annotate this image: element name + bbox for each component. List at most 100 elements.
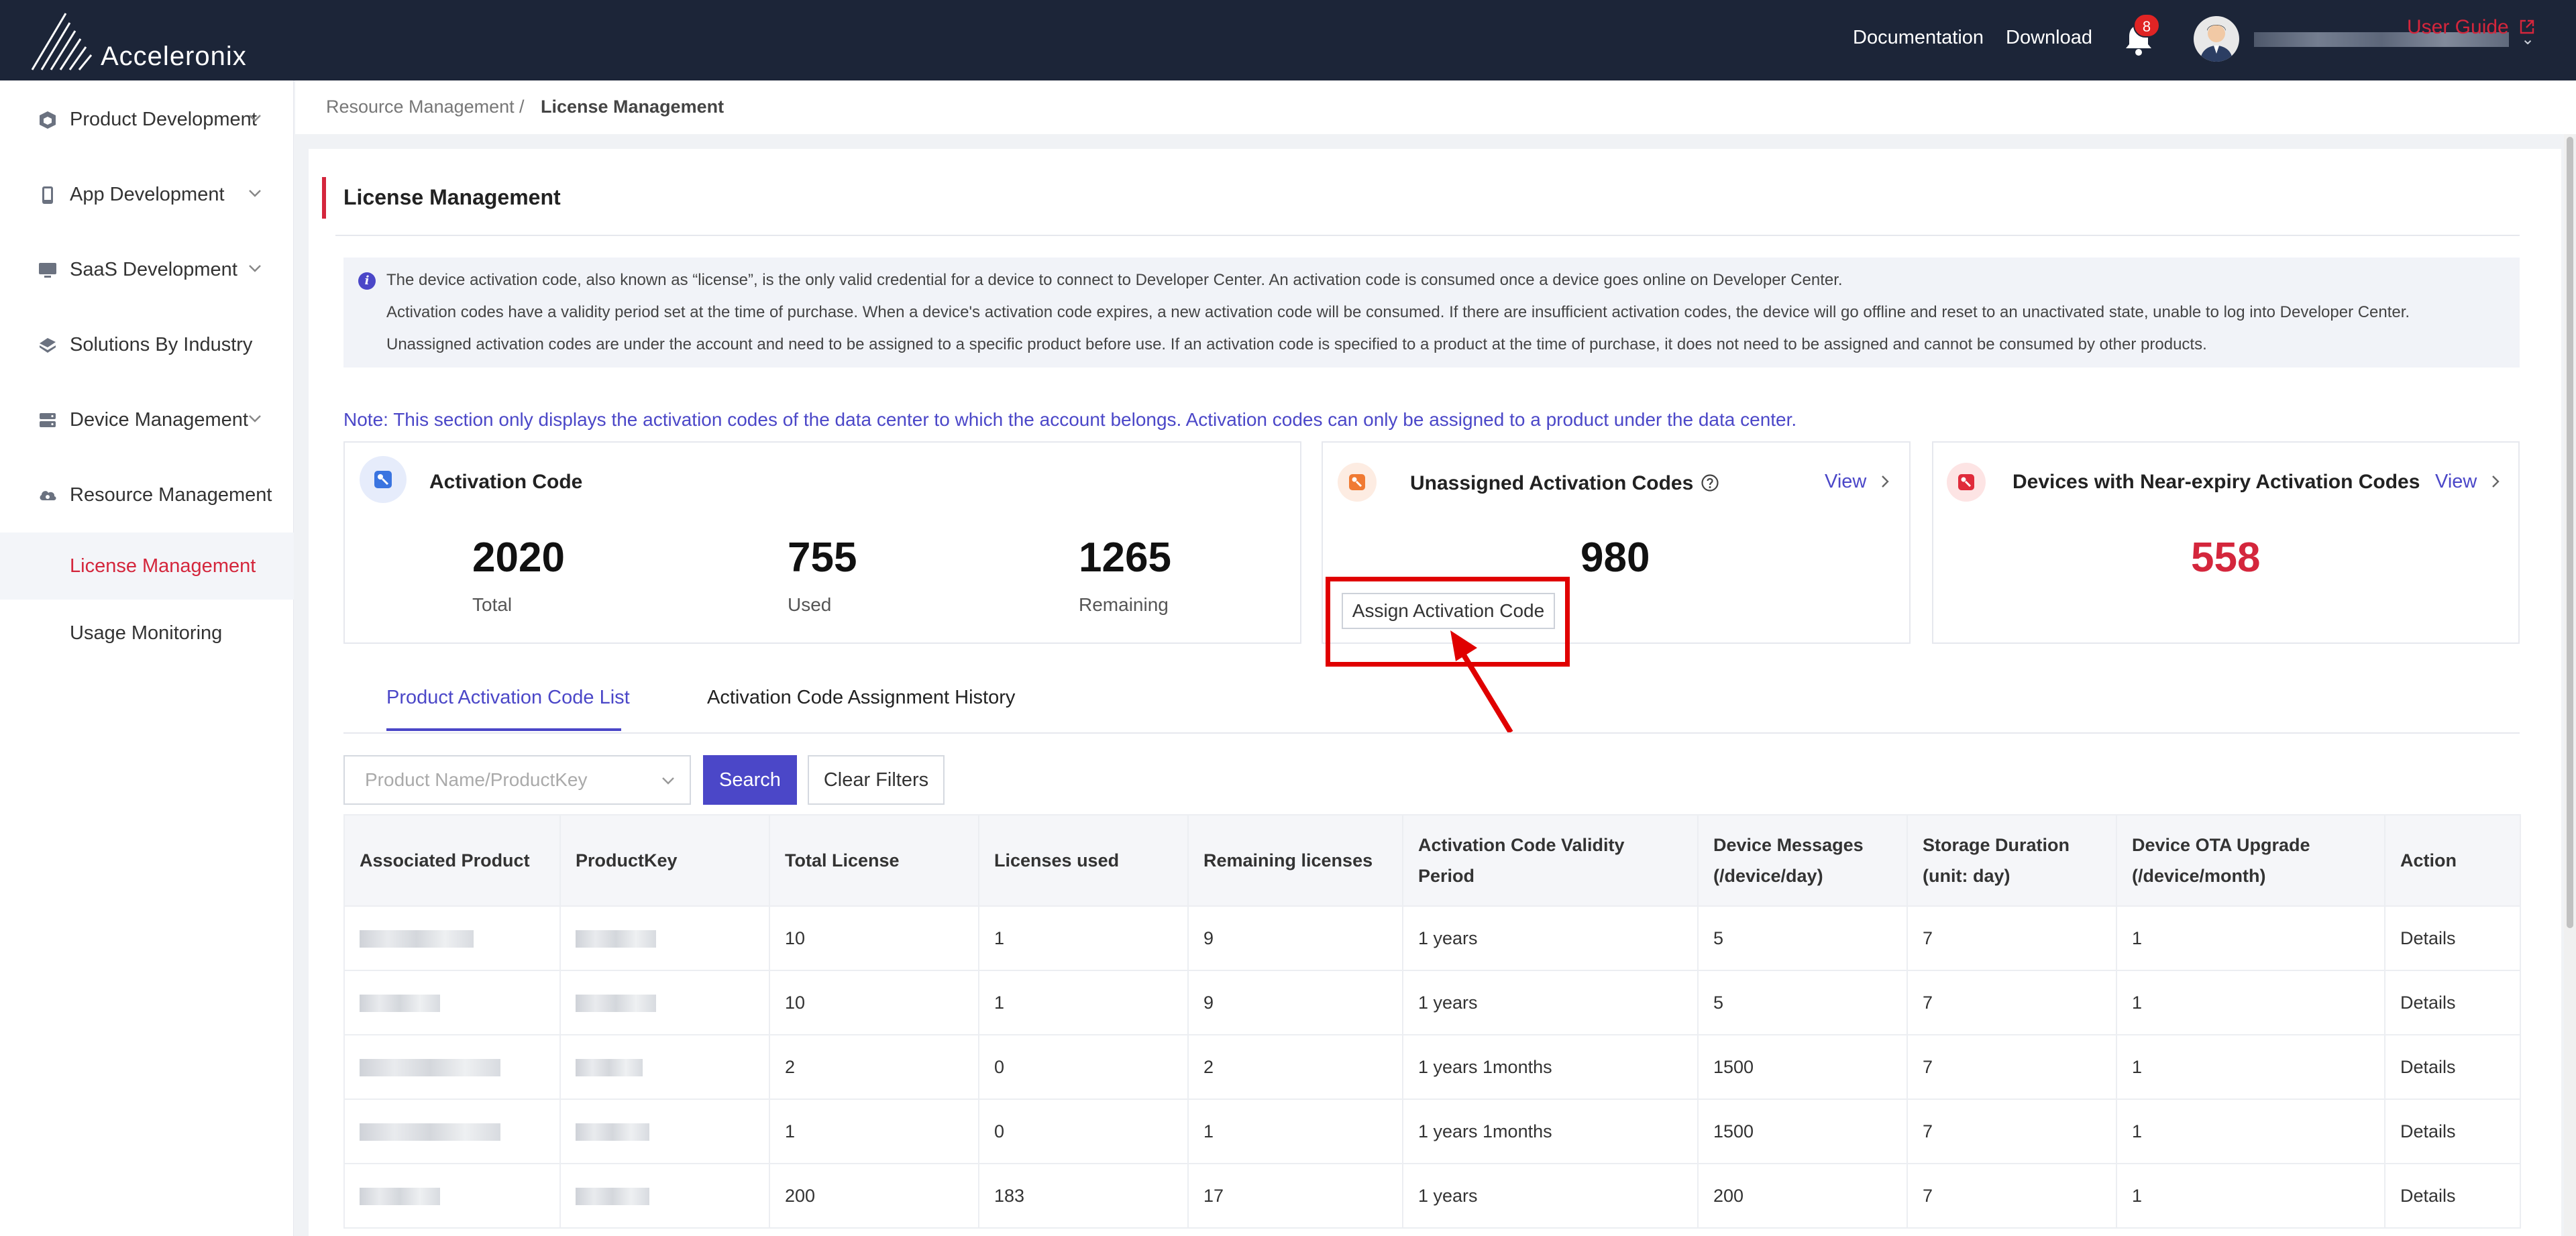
- scrollbar-thumb[interactable]: [2567, 137, 2573, 928]
- layers-icon: [40, 338, 56, 353]
- chevron-down-icon: [249, 190, 261, 197]
- table-header-row: Associated Product ProductKey Total Lice…: [343, 814, 2521, 907]
- near-expiry-title: Devices with Near-expiry Activation Code…: [2012, 471, 2420, 493]
- table-row: 2 0 2 1 years 1months 1500 7 1 Details: [343, 1034, 2521, 1100]
- sidebar-item-device-management[interactable]: Device Management: [0, 382, 294, 456]
- breadcrumb: Resource Management / License Management: [295, 80, 2576, 134]
- tab-product-activation-code-list[interactable]: Product Activation Code List: [386, 687, 630, 709]
- stat-total-label: Total: [472, 594, 513, 615]
- product-name-redacted: [360, 1123, 500, 1141]
- chevron-right-icon: [1882, 475, 1890, 488]
- notification-badge: 8: [2133, 13, 2160, 38]
- column-header: ProductKey: [559, 814, 770, 907]
- product-key-redacted: [576, 1188, 649, 1206]
- column-header: Device Messages (/device/day): [1697, 814, 1908, 907]
- stat-remaining-value: 1265: [1079, 535, 1171, 581]
- column-header: Remaining licenses: [1187, 814, 1403, 907]
- sidebar-item-solutions-by-industry[interactable]: Solutions By Industry: [0, 307, 294, 381]
- notice-line-3: Unassigned activation codes are under th…: [386, 335, 2207, 353]
- details-link[interactable]: Details: [2384, 1163, 2521, 1229]
- activation-code-title: Activation Code: [429, 471, 583, 493]
- table-row: 10 1 9 1 years 5 7 1 Details: [343, 970, 2521, 1035]
- near-expiry-icon: [1947, 463, 1986, 502]
- stat-used-label: Used: [788, 594, 832, 615]
- chevron-down-icon: [249, 415, 261, 423]
- activation-code-icon: [360, 456, 407, 503]
- details-link[interactable]: Details: [2384, 1034, 2521, 1100]
- notice-line-2: Activation codes have a validity period …: [386, 303, 2410, 321]
- product-name-redacted: [360, 1188, 440, 1206]
- page-title: License Management: [343, 185, 561, 209]
- cloud-gear-icon: [40, 491, 56, 500]
- server-icon: [40, 413, 56, 427]
- column-header: Total License: [769, 814, 979, 907]
- divider: [335, 235, 2520, 236]
- chevron-down-icon: [662, 777, 674, 785]
- avatar[interactable]: [2194, 16, 2239, 62]
- documentation-link[interactable]: Documentation: [1853, 27, 1984, 49]
- info-icon: i: [358, 272, 376, 290]
- product-key-redacted: [576, 995, 656, 1013]
- details-link[interactable]: Details: [2384, 1099, 2521, 1164]
- column-header: Activation Code Validity Period: [1402, 814, 1699, 907]
- top-bar: [0, 0, 2576, 80]
- breadcrumb-parent[interactable]: Resource Management: [326, 97, 515, 117]
- breadcrumb-current: License Management: [541, 97, 724, 117]
- unassigned-value: 980: [1580, 535, 1650, 581]
- data-center-note: Note: This section only displays the act…: [343, 409, 1797, 430]
- near-expiry-value: 558: [2191, 535, 2261, 581]
- product-key-redacted: [576, 930, 656, 948]
- details-link[interactable]: Details: [2384, 970, 2521, 1035]
- activation-code-table: Associated Product ProductKey Total Lice…: [343, 814, 2521, 1229]
- table-row: 1 0 1 1 years 1months 1500 7 1 Details: [343, 1099, 2521, 1164]
- title-accent-bar: [322, 177, 326, 219]
- product-name-redacted: [360, 995, 440, 1013]
- tab-divider: [343, 732, 2520, 734]
- stat-used-value: 755: [788, 535, 857, 581]
- sidebar-item-saas-development[interactable]: SaaS Development: [0, 232, 294, 306]
- monitor-icon: [39, 263, 56, 278]
- table-row: 10 1 9 1 years 5 7 1 Details: [343, 905, 2521, 971]
- arrow-annotation-icon: [1450, 630, 1513, 734]
- product-filter-select[interactable]: [343, 755, 691, 805]
- unassigned-code-icon: [1338, 463, 1377, 502]
- brand-name: Acceleronix: [101, 42, 247, 71]
- external-link-icon: [2520, 19, 2534, 34]
- details-link[interactable]: Details: [2384, 905, 2521, 971]
- stat-total-value: 2020: [472, 535, 565, 581]
- active-tab-indicator: [386, 728, 621, 731]
- column-header: Licenses used: [978, 814, 1189, 907]
- chevron-right-icon: [2492, 475, 2500, 488]
- tab-activation-code-assignment-history[interactable]: Activation Code Assignment History: [707, 687, 1015, 709]
- product-name-redacted: [360, 1059, 500, 1077]
- sidebar-item-resource-management[interactable]: Resource Management: [0, 457, 294, 531]
- notice-line-1: The device activation code, also known a…: [386, 271, 1843, 289]
- cube-icon: [40, 111, 56, 129]
- column-header: Action: [2384, 814, 2521, 907]
- sidebar-item-product-development[interactable]: Product Development: [0, 82, 294, 156]
- column-header: Storage Duration (unit: day): [1907, 814, 2117, 907]
- search-button[interactable]: Search: [703, 755, 797, 805]
- user-guide-link[interactable]: User Guide: [2407, 16, 2536, 39]
- near-expiry-card: Devices with Near-expiry Activation Code…: [1932, 441, 2520, 644]
- chevron-down-icon: [249, 265, 261, 272]
- product-search-input[interactable]: [345, 756, 653, 803]
- phone-icon: [42, 186, 53, 204]
- column-header: Associated Product: [343, 814, 561, 907]
- sidebar-subitem-usage-monitoring[interactable]: Usage Monitoring: [0, 600, 294, 667]
- download-link[interactable]: Download: [2006, 27, 2092, 49]
- help-icon[interactable]: [1701, 473, 1719, 492]
- sidebar-item-app-development[interactable]: App Development: [0, 157, 294, 231]
- table-row: 200 183 17 1 years 200 7 1 Details: [343, 1163, 2521, 1229]
- chevron-down-icon: [249, 115, 261, 122]
- product-key-redacted: [576, 1059, 643, 1077]
- sidebar-subitem-license-management[interactable]: License Management: [0, 532, 294, 600]
- stat-remaining-label: Remaining: [1079, 594, 1169, 615]
- near-expiry-view-link[interactable]: View: [2435, 471, 2502, 493]
- column-header: Device OTA Upgrade (/device/month): [2116, 814, 2385, 907]
- unassigned-view-link[interactable]: View: [1825, 471, 1892, 493]
- activation-code-card: Activation Code 2020 Total 755 Used 1265…: [343, 441, 1301, 644]
- product-key-redacted: [576, 1123, 649, 1141]
- unassigned-codes-title: Unassigned Activation Codes: [1410, 472, 1719, 495]
- clear-filters-button[interactable]: Clear Filters: [808, 755, 945, 805]
